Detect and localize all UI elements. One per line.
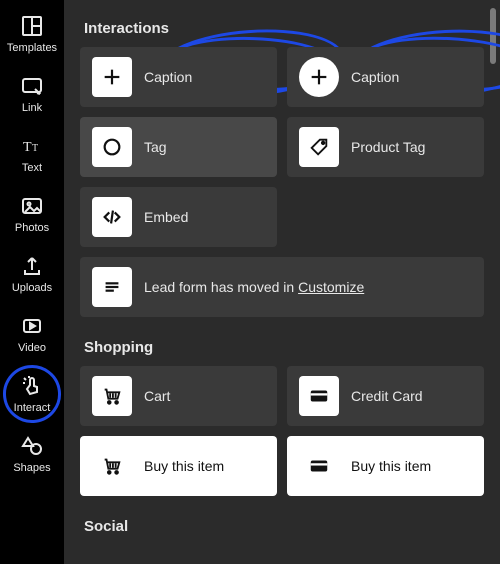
sidebar-item-interact[interactable]: Interact — [4, 366, 60, 424]
cart-icon — [92, 446, 132, 486]
sidebar-item-photos[interactable]: Photos — [4, 186, 60, 244]
sidebar-item-shapes[interactable]: Shapes — [4, 426, 60, 484]
tile-cart[interactable]: Cart — [80, 366, 277, 426]
plus-circle-icon — [299, 57, 339, 97]
tile-buy-item[interactable]: Buy this item — [80, 436, 277, 496]
sidebar-item-label: Link — [22, 102, 42, 114]
interact-icon — [20, 374, 44, 398]
customize-link[interactable]: Customize — [298, 279, 364, 295]
tag-icon — [299, 127, 339, 167]
app-root: Templates Link TT Text Photos Uploads — [0, 0, 500, 564]
text-icon: TT — [20, 134, 44, 158]
sidebar-item-link[interactable]: Link — [4, 66, 60, 124]
notice-text: Lead form has moved in Customize — [144, 279, 364, 295]
interactions-grid: Caption Caption Tag — [80, 47, 484, 247]
tile-label: Tag — [144, 139, 167, 155]
main-inner: Interactions Caption Caption — [64, 0, 500, 564]
tile-tag[interactable]: Tag — [80, 117, 277, 177]
tile-embed[interactable]: Embed — [80, 187, 277, 247]
main-panel: Interactions Caption Caption — [64, 0, 500, 564]
tile-label: Cart — [144, 388, 170, 404]
shopping-grid: Cart Credit Card Buy this item — [80, 366, 484, 496]
sidebar-item-text[interactable]: TT Text — [4, 126, 60, 184]
sidebar-item-label: Templates — [7, 42, 57, 54]
svg-text:T: T — [32, 143, 38, 154]
uploads-icon — [20, 254, 44, 278]
embed-icon — [92, 197, 132, 237]
tile-label: Buy this item — [144, 458, 224, 474]
sidebar: Templates Link TT Text Photos Uploads — [0, 0, 64, 564]
sidebar-item-uploads[interactable]: Uploads — [4, 246, 60, 304]
tile-caption-circle[interactable]: Caption — [287, 47, 484, 107]
templates-icon — [20, 14, 44, 38]
plus-icon — [92, 57, 132, 97]
photos-icon — [20, 194, 44, 218]
tile-product-tag[interactable]: Product Tag — [287, 117, 484, 177]
section-title-social: Social — [84, 518, 484, 535]
tile-label: Product Tag — [351, 139, 425, 155]
sidebar-item-label: Uploads — [12, 282, 52, 294]
circle-icon — [92, 127, 132, 167]
shapes-icon — [20, 434, 44, 458]
tile-label: Caption — [144, 69, 192, 85]
tile-caption[interactable]: Caption — [80, 47, 277, 107]
sidebar-item-label: Video — [18, 342, 46, 354]
lead-form-notice: Lead form has moved in Customize — [80, 257, 484, 317]
scrollbar-thumb[interactable] — [490, 8, 496, 64]
link-icon — [20, 74, 44, 98]
video-icon — [20, 314, 44, 338]
section-title-interactions: Interactions — [84, 20, 484, 37]
sidebar-item-label: Shapes — [13, 462, 50, 474]
tile-credit-card[interactable]: Credit Card — [287, 366, 484, 426]
tile-label: Buy this item — [351, 458, 431, 474]
section-title-shopping: Shopping — [84, 339, 484, 356]
tile-label: Embed — [144, 209, 188, 225]
credit-card-icon — [299, 446, 339, 486]
sidebar-item-label: Interact — [14, 402, 51, 414]
lines-icon — [92, 267, 132, 307]
tile-label: Credit Card — [351, 388, 423, 404]
credit-card-icon — [299, 376, 339, 416]
tile-buy-item-card[interactable]: Buy this item — [287, 436, 484, 496]
sidebar-item-label: Photos — [15, 222, 49, 234]
tile-label: Caption — [351, 69, 399, 85]
sidebar-item-label: Text — [22, 162, 42, 174]
cart-icon — [92, 376, 132, 416]
sidebar-item-video[interactable]: Video — [4, 306, 60, 364]
notice-prefix: Lead form has moved in — [144, 279, 298, 295]
svg-text:T: T — [23, 140, 32, 155]
sidebar-item-templates[interactable]: Templates — [4, 6, 60, 64]
